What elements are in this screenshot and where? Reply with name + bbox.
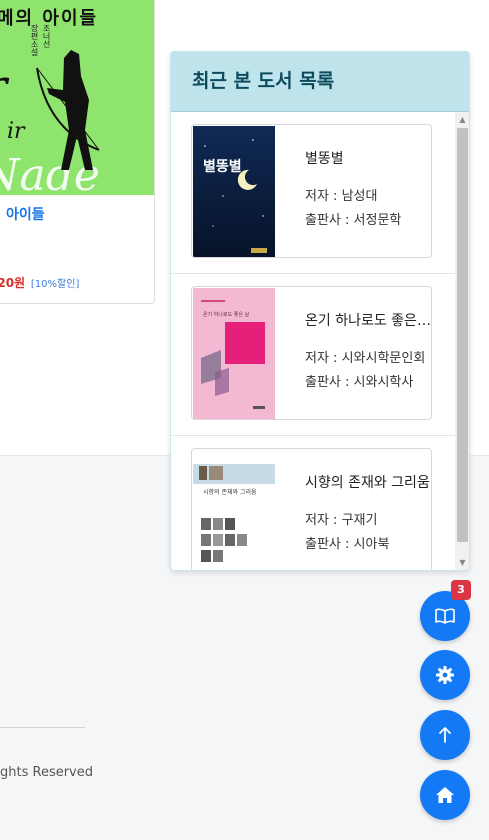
recent-book-author: 저자 : 남성대 (305, 189, 378, 204)
list-item[interactable]: 온기 하나로도 좋은 날 온기 하나로도 좋은 날 저자 : 시와시학문인회 출… (171, 274, 455, 436)
recent-book-card[interactable]: 별똥별 별똥별 저자 : 남성대 출판사 : 서정문학 (191, 124, 432, 258)
archer-illustration: r ir Nade (0, 50, 100, 195)
scroll-up-arrow-icon[interactable]: ▲ (455, 112, 469, 127)
recent-panel-header: 최근 본 도서 목록 (171, 52, 469, 112)
list-item[interactable]: 시향의 존재와 그리움 시향의 존재와 그리움 저자 : 구재기 출판사: 시… (171, 436, 455, 570)
thumb-cover-text: 온기 하나로도 좋은 날 (203, 311, 250, 318)
recent-panel-title: 최근 본 도서 목록 (192, 70, 335, 92)
scroll-thumb[interactable] (457, 128, 468, 542)
recent-book-author: 저자 : 구재기 (305, 513, 378, 528)
book-thumbnail[interactable]: 별똥별 (193, 126, 275, 257)
gear-icon (436, 666, 454, 684)
thumb-cover-text: 시향의 존재와 그리움 (203, 488, 257, 496)
footer-copyright: ghts Reserved (0, 765, 93, 780)
recent-book-title[interactable]: 시향의 존재와 그리움 (305, 472, 431, 492)
recent-count-badge: 3 (451, 580, 471, 600)
book-title[interactable]: 아이들 (6, 204, 45, 224)
book-thumbnail[interactable]: 시향의 존재와 그리움 (193, 450, 275, 570)
settings-button[interactable] (420, 650, 470, 700)
book-thumbnail[interactable]: 온기 하나로도 좋은 날 (193, 288, 275, 419)
recent-book-publisher: 출판사 : 시아북 (305, 537, 390, 552)
book-cover-image[interactable]: 메의 아이들 장편소설 조너선 r ir Nade (0, 0, 154, 195)
price-value: 120원 (0, 276, 26, 290)
book-open-icon (435, 608, 455, 624)
recent-book-publisher: 출판사 : 시와시학사 (305, 375, 414, 390)
svg-text:ir: ir (7, 119, 26, 144)
recent-book-card[interactable]: 시향의 존재와 그리움 시향의 존재와 그리움 저자 : 구재기 출판사: 시… (191, 448, 432, 570)
svg-text:r: r (0, 59, 10, 113)
footer-divider (0, 727, 85, 728)
recent-list-scrollbar[interactable]: ▲ ▼ (455, 112, 469, 570)
recent-book-card[interactable]: 온기 하나로도 좋은 날 온기 하나로도 좋은 날 저자 : 시와시학문인회 출… (191, 286, 432, 420)
thumb-cover-text: 별똥별 (203, 158, 242, 175)
home-icon (436, 787, 454, 803)
discount-label: [10%할인] (30, 279, 80, 290)
book-price: 120원 [10%할인] (0, 274, 79, 291)
scroll-to-top-button[interactable] (420, 710, 470, 760)
scroll-down-arrow-icon[interactable]: ▼ (455, 555, 469, 570)
recent-book-publisher: 출판사 : 서정문학 (305, 213, 402, 228)
recent-book-title[interactable]: 온기 하나로도 좋은 날 (305, 310, 431, 330)
recent-books-list: 별똥별 별똥별 저자 : 남성대 출판사 : 서정문학 온기 하나로도 좋은 날… (171, 112, 455, 570)
recent-book-author: 저자 : 시와시학문인회 (305, 351, 426, 366)
book-card[interactable]: 메의 아이들 장편소설 조너선 r ir Nade 아이들 120원 [10%할… (0, 0, 155, 304)
arrow-up-icon (439, 727, 451, 743)
recent-books-panel: 최근 본 도서 목록 별똥별 별똥별 저자: 남성대 출판사: 서정문학 온… (170, 51, 470, 571)
home-button[interactable] (420, 770, 470, 820)
list-item[interactable]: 별똥별 별똥별 저자 : 남성대 출판사 : 서정문학 (171, 112, 455, 274)
recent-book-title[interactable]: 별똥별 (305, 148, 431, 168)
